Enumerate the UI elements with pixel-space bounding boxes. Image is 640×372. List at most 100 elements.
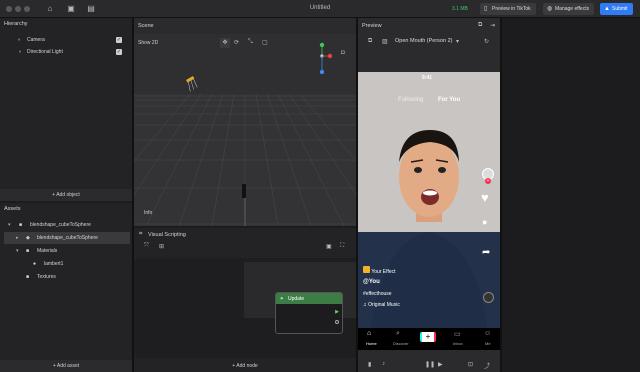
move-tool-icon[interactable]: ✥ <box>220 38 230 48</box>
asset-label: blendshape_cubeToSphere <box>30 222 91 228</box>
nav-create-button[interactable]: + <box>420 332 436 342</box>
asset-mesh-blendshape[interactable]: ▸ ◆ blendshape_cubeToSphere <box>4 232 130 244</box>
nav-home-label: Home <box>366 341 377 346</box>
asset-folder-materials[interactable]: ▾ ■ Materials <box>0 245 132 257</box>
image-icon[interactable]: ▨ <box>382 38 388 45</box>
preview-panel: Preview ⧉ ⇥ ⧉ ▨ Open Mouth (Person 2) ▾ … <box>358 18 500 372</box>
fit-view-icon[interactable]: ▣ <box>326 243 332 250</box>
empty-panel-area <box>502 18 640 372</box>
collapse-icon[interactable]: ⇥ <box>490 22 495 29</box>
add-node-button[interactable]: + Add node <box>134 360 356 372</box>
submit-button-label: Submit <box>612 6 628 12</box>
manage-button-label: Manage effects <box>555 6 590 12</box>
hierarchy-item-camera[interactable]: ◐ Camera ✓ <box>0 34 132 46</box>
follow-plus-icon[interactable]: + <box>485 178 491 184</box>
scale-tool-icon[interactable]: ⤡ <box>248 39 253 46</box>
update-node[interactable]: ⚑ Update ▶ <box>275 292 343 334</box>
hierarchy-item-label: Directional Light <box>27 49 63 55</box>
username: @You <box>363 279 380 285</box>
refresh-icon[interactable]: ↻ <box>484 38 489 45</box>
hierarchy-panel: Hierarchy ◐ Camera ✓ ◑ Directional Light… <box>0 18 132 201</box>
asset-label: Materials <box>37 248 58 254</box>
assets-panel: Assets ▾ ■ blendshape_cubeToSphere ▸ ◆ b… <box>0 203 132 372</box>
auto-layout-icon[interactable]: ⤧ <box>144 243 149 250</box>
hierarchy-item-label: Camera <box>27 37 45 43</box>
pause-icon[interactable]: ❚❚ <box>425 361 435 368</box>
visibility-checkbox[interactable]: ✓ <box>116 37 122 43</box>
node-canvas[interactable]: ⚑ Update ▶ <box>134 258 356 358</box>
phone-icon: ▯ <box>484 6 488 12</box>
nav-me-label: Me <box>485 341 491 346</box>
preview-header: Preview <box>362 23 382 29</box>
copy-icon[interactable]: ⧉ <box>368 38 372 45</box>
exec-port-icon[interactable]: ▶ <box>335 309 339 315</box>
export-icon[interactable]: ⤴ <box>484 361 490 370</box>
effect-tag[interactable]: Your Effect <box>363 266 396 275</box>
status-time: 9:41 <box>422 75 433 81</box>
asset-label: blendshape_cubeToSphere <box>37 235 98 241</box>
nav-discover-icon[interactable]: ⌕ <box>396 330 400 338</box>
globe-icon: ◍ <box>547 6 553 12</box>
data-port[interactable] <box>335 320 339 324</box>
music-label: ♫ Original Music <box>363 302 400 308</box>
submit-button[interactable]: ▲ Submit <box>600 3 633 15</box>
preview-dropdown[interactable]: Open Mouth (Person 2) <box>395 38 452 44</box>
menu-icon[interactable]: ▮ <box>368 361 371 368</box>
phone-preview[interactable]: 9:41 Following For You Your Effect @You … <box>358 72 500 350</box>
chevron-down-icon: ▾ <box>8 222 11 228</box>
asset-label: lambert1 <box>44 261 64 267</box>
update-node-header: ⚑ Update <box>276 293 342 304</box>
asset-material-lambert1[interactable]: ● lambert1 <box>0 258 132 270</box>
like-heart-icon[interactable]: ♥ <box>481 190 489 205</box>
visibility-checkbox[interactable]: ✓ <box>116 49 122 55</box>
add-object-button[interactable]: + Add object <box>0 189 132 201</box>
upload-icon: ▲ <box>604 6 610 12</box>
crop-icon[interactable]: ⊡ <box>468 361 473 368</box>
group-icon[interactable]: ⊞ <box>159 243 164 250</box>
music-disc-icon[interactable] <box>483 292 494 303</box>
nav-discover-label: Discover <box>393 341 409 346</box>
camera-icon: ◐ <box>18 37 22 43</box>
share-arrow-icon[interactable]: ➦ <box>482 247 490 258</box>
add-asset-button[interactable]: + Add asset <box>0 360 132 372</box>
nav-inbox-icon[interactable]: ▭ <box>454 330 461 338</box>
tiktok-icon[interactable]: ♪ <box>382 361 385 367</box>
asset-label: Textures <box>37 274 56 280</box>
chevron-right-icon: ▸ <box>16 235 19 241</box>
play-icon[interactable]: ▶ <box>438 361 443 368</box>
graph-icon: ⌗ <box>139 231 143 237</box>
fullscreen-icon[interactable]: ⛶ <box>340 243 344 250</box>
hierarchy-item-directional-light[interactable]: ◑ Directional Light ✓ <box>0 46 132 58</box>
preview-button-label: Preview in TikTok <box>492 6 531 12</box>
chevron-down-icon[interactable]: ▾ <box>456 38 459 45</box>
assets-header: Assets <box>4 206 21 212</box>
nav-home-icon[interactable]: ⌂ <box>367 330 371 337</box>
hierarchy-header: Hierarchy <box>4 21 28 27</box>
scene-viewport[interactable] <box>134 34 356 226</box>
flag-icon: ⚑ <box>280 296 284 301</box>
material-icon: ● <box>33 261 37 267</box>
show-2d-toggle[interactable]: Show 2D <box>138 40 158 46</box>
music-text: Original Music <box>368 302 400 308</box>
tab-for-you[interactable]: For You <box>438 97 460 103</box>
scene-grid <box>134 34 356 226</box>
scene-panel: Scene Show 2D ✥ ⟳ ⤡ ▢ ◘ Info <box>134 18 356 226</box>
music-note-icon: ♫ <box>363 302 367 308</box>
comment-icon[interactable]: ● <box>482 217 487 227</box>
rect-tool-icon[interactable]: ▢ <box>262 39 268 46</box>
visual-scripting-header: Visual Scripting <box>148 232 186 238</box>
memory-indicator: 3.1 MB <box>452 6 468 12</box>
camera-view-icon[interactable]: ◘ <box>341 50 345 56</box>
tab-following[interactable]: Following <box>398 97 423 103</box>
preview-in-tiktok-button[interactable]: ▯ Preview in TikTok <box>480 3 536 15</box>
scene-header: Scene <box>138 23 154 29</box>
nav-me-icon[interactable]: ☺ <box>484 330 491 337</box>
asset-folder-textures[interactable]: ■ Textures <box>0 271 132 283</box>
node-label: Update <box>287 296 305 302</box>
external-window-icon[interactable]: ⧉ <box>478 22 482 29</box>
asset-folder-blendshape[interactable]: ▾ ■ blendshape_cubeToSphere <box>0 219 132 231</box>
info-toggle[interactable]: Info <box>144 210 152 216</box>
hashtag: #effecthouse <box>363 291 392 297</box>
manage-effects-button[interactable]: ◍ Manage effects <box>543 3 595 15</box>
rotate-tool-icon[interactable]: ⟳ <box>234 39 239 46</box>
